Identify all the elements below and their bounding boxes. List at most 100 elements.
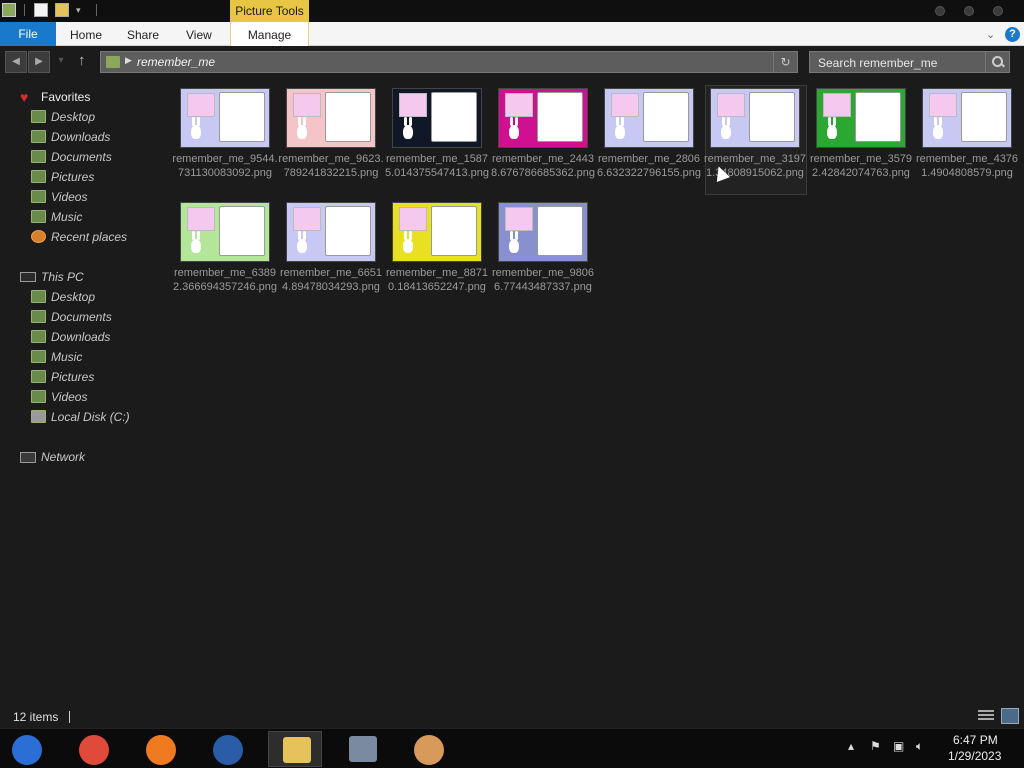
network-status-icon[interactable]: ▣ [893,739,904,753]
file-item[interactable]: remember_me_88710.18413652247.png [382,194,488,304]
ribbon-tabs: File Home Share View Manage ⌄ ? [0,22,1024,46]
image-thumbnail [392,202,482,262]
sidebar-item-pictures[interactable]: Pictures [0,367,160,387]
tab-view[interactable]: View [186,22,212,46]
desktop-folder-icon [31,110,46,123]
file-item[interactable]: remember_me_98066.77443487337.png [488,194,594,304]
file-item[interactable]: remember_me_24438.676786685362.png [488,80,595,190]
sidebar-item-music[interactable]: Music [0,347,160,367]
search-input[interactable]: Search remember_me [818,56,937,70]
file-name: remember_me_66514.89478034293.png [279,267,383,293]
sidebar-item-desktop[interactable]: Desktop [0,287,160,307]
sidebar-item-downloads[interactable]: Downloads [0,327,160,347]
sidebar-item-label: Videos [51,390,88,404]
music-folder-icon [31,350,46,363]
sidebar-item-label: Desktop [51,290,96,304]
new-folder-icon[interactable] [55,3,69,17]
sidebar-item-desktop[interactable]: Desktop [0,107,160,127]
image-thumbnail [922,88,1012,148]
image-thumbnail [286,88,376,148]
title-separator [24,4,25,16]
taskbar-app[interactable] [0,731,54,767]
file-name: remember_me_28066.632322796155.png [597,153,701,179]
file-item[interactable]: remember_me_43761.4904808579.png [912,80,1018,190]
sidebar-header-favorites[interactable]: ♥ Favorites [0,87,160,107]
refresh-icon[interactable]: ↻ [773,52,797,72]
sidebar-item-label: Documents [51,310,112,324]
search-icon[interactable] [985,52,1009,72]
folder-icon [106,56,120,68]
file-item[interactable]: remember_me_28066.632322796155.png [594,80,701,190]
properties-icon[interactable] [34,3,48,17]
clock-date[interactable]: 1/29/2023 [948,749,1001,763]
sidebar-item-label: Downloads [51,330,111,344]
taskbar-app[interactable] [335,731,389,767]
sidebar-item-label: Music [51,210,83,224]
file-name: remember_me_15875.014375547413.png [385,153,489,179]
clock-time[interactable]: 6:47 PM [953,733,998,747]
taskbar-app[interactable] [402,731,456,767]
file-item[interactable]: remember_me_35792.42842074763.png [806,80,912,190]
details-view-icon[interactable] [978,710,994,722]
sidebar-item-music[interactable]: Music [0,207,160,227]
favorites-heart-icon: ♥ [20,89,29,105]
close-button[interactable] [993,6,1003,16]
item-count: 12 items [13,710,59,724]
sidebar-item-documents[interactable]: Documents [0,307,160,327]
taskbar-app[interactable] [67,731,121,767]
status-bar: 12 items [0,706,1024,728]
search-box[interactable]: Search remember_me [809,51,1010,73]
tab-manage[interactable]: Manage [230,22,309,46]
sidebar-item-documents[interactable]: Documents [0,147,160,167]
tab-home[interactable]: Home [70,22,102,46]
back-button[interactable]: ◀ [5,51,27,73]
file-item[interactable]: remember_me_66514.89478034293.png [276,194,382,304]
firefox-icon [146,735,176,765]
minimize-button[interactable] [935,6,945,16]
forward-button[interactable]: ▶ [28,51,50,73]
large-icons-view-icon[interactable] [1001,708,1019,724]
sidebar-item-pictures[interactable]: Pictures [0,167,160,187]
computer-icon [20,272,36,282]
chrome-icon [79,735,109,765]
up-arrow-icon[interactable]: ↑ [78,52,86,70]
recent-places-icon [31,230,46,243]
app-folder-icon[interactable] [2,3,16,17]
breadcrumb-arrow-icon[interactable]: ▶ [125,55,132,66]
sidebar-item-downloads[interactable]: Downloads [0,127,160,147]
sidebar-header-network[interactable]: Network [0,447,160,467]
sidebar-item-label: Pictures [51,170,95,184]
help-icon[interactable]: ? [1005,27,1020,42]
breadcrumb-current-folder[interactable]: remember_me [137,55,215,69]
sidebar-item-recent-places[interactable]: Recent places [0,227,160,247]
image-thumbnail [286,202,376,262]
address-bar[interactable]: ▶ remember_me ↻ [100,51,798,73]
recent-locations-chevron-icon[interactable]: ▾ [52,51,70,73]
sidebar-header-label: This PC [41,270,84,284]
tab-file[interactable]: File [0,22,56,46]
file-item[interactable]: remember_me_9623.789241832215.png [276,80,384,190]
taskbar-app[interactable] [201,731,255,767]
show-hidden-icons-chevron-icon[interactable]: ▴ [848,739,854,753]
taskbar-app[interactable] [134,731,188,767]
file-list: remember_me_9544.731130083092.png remembe… [160,80,1024,700]
system-monitor-icon [349,736,377,762]
file-item[interactable]: remember_me_15875.014375547413.png [382,80,489,190]
file-explorer-icon [283,737,311,763]
volume-icon[interactable]: 🔈︎ [916,739,923,754]
customize-toolbar-chevron-icon[interactable]: ▾ [76,3,90,17]
sidebar-item-label: Music [51,350,83,364]
taskbar-app[interactable] [268,731,322,767]
sidebar-item-videos[interactable]: Videos [0,187,160,207]
sidebar-item-local-disk-c[interactable]: Local Disk (C:) [0,407,160,427]
expand-ribbon-chevron-icon[interactable]: ⌄ [986,28,995,41]
sidebar-header-this-pc[interactable]: This PC [0,267,160,287]
action-center-flag-icon[interactable]: ⚑ [870,739,881,753]
maximize-button[interactable] [964,6,974,16]
file-item[interactable]: remember_me_63892.366694357246.png [170,194,277,304]
tab-share[interactable]: Share [127,22,159,46]
image-thumbnail [498,202,588,262]
downloads-folder-icon [31,130,46,143]
file-item[interactable]: remember_me_9544.731130083092.png [170,80,278,190]
sidebar-item-videos[interactable]: Videos [0,387,160,407]
